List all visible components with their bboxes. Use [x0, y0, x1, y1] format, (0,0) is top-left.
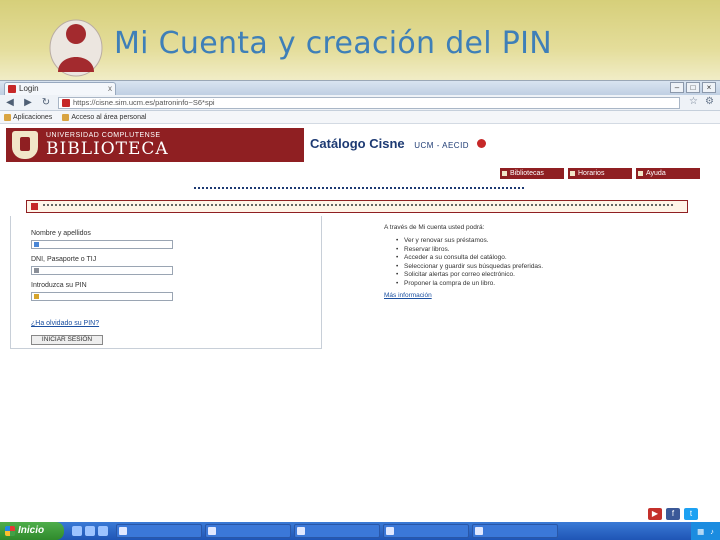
info-notice — [194, 186, 524, 193]
system-tray: ▦ ♪ — [691, 522, 720, 540]
task-button[interactable] — [472, 524, 558, 538]
catalog-subtitle: UCM - AECID — [414, 141, 470, 150]
notice-scribble — [194, 187, 524, 191]
catalog-logo-icon — [476, 139, 486, 148]
bookmark-icon — [4, 113, 11, 121]
lock-icon — [34, 294, 39, 299]
task-buttons — [116, 524, 558, 538]
close-window-icon[interactable]: × — [702, 82, 716, 93]
reload-icon[interactable]: ↻ — [40, 97, 52, 108]
dni-label: DNI, Pasaporte o TIJ — [31, 256, 97, 263]
login-form: Nombre y apellidos DNI, Pasaporte o TIJ … — [10, 216, 322, 349]
task-button[interactable] — [116, 524, 202, 538]
task-button[interactable] — [205, 524, 291, 538]
address-bar[interactable]: https://cisne.sim.ucm.es/patroninfo~S6*s… — [58, 96, 680, 109]
list-item: Acceder a su consulta del catálogo. — [396, 254, 714, 263]
tab-bar: Login x – □ × — [0, 81, 720, 95]
dni-input[interactable] — [31, 266, 173, 275]
university-crest-icon — [12, 131, 38, 159]
browser-window: Login x – □ × ◀ ▶ ↻ https://cisne.sim.uc… — [0, 80, 720, 528]
list-item: Reservar libros. — [396, 246, 714, 255]
favicon-icon — [8, 85, 16, 93]
slide-title-area: Mi Cuenta y creación del PIN — [40, 10, 720, 80]
minimize-icon[interactable]: – — [670, 82, 684, 93]
top-links: Bibliotecas Horarios Ayuda — [500, 168, 700, 179]
library-banner[interactable]: UNIVERSIDAD COMPLUTENSE BIBLIOTECA — [6, 128, 304, 162]
name-input[interactable] — [31, 240, 173, 249]
start-button[interactable]: Inicio — [0, 522, 64, 540]
facebook-icon[interactable]: f — [666, 508, 680, 520]
login-button[interactable]: INICIAR SESIÓN — [31, 335, 103, 345]
pin-input[interactable] — [31, 292, 173, 301]
tab-title: Login — [19, 84, 39, 93]
close-tab-icon[interactable]: x — [108, 83, 112, 95]
banner-library: BIBLIOTECA — [46, 138, 169, 159]
name-label: Nombre y apellidos — [31, 230, 91, 237]
star-icon[interactable]: ☆ — [689, 96, 698, 107]
list-item: Ver y renovar sus préstamos. — [396, 237, 714, 246]
quick-launch-icon[interactable] — [72, 526, 82, 536]
url-text: https://cisne.sim.ucm.es/patroninfo~S6*s… — [73, 97, 215, 107]
maximize-icon[interactable]: □ — [686, 82, 700, 93]
youtube-icon[interactable]: ▶ — [648, 508, 662, 520]
twitter-icon[interactable]: t — [684, 508, 698, 520]
bookmarks-bar: Aplicaciones Acceso al área personal — [0, 111, 720, 124]
account-info: A través de Mi cuenta usted podrá: Ver y… — [384, 224, 714, 299]
forgot-pin-link[interactable]: ¿Ha olvidado su PIN? — [31, 320, 99, 327]
os-taskbar: Inicio ▦ ♪ — [0, 522, 720, 540]
user-icon — [34, 242, 39, 247]
quick-launch-icon[interactable] — [85, 526, 95, 536]
task-button[interactable] — [383, 524, 469, 538]
link-horarios[interactable]: Horarios — [568, 168, 632, 179]
task-button[interactable] — [294, 524, 380, 538]
browser-tab-login[interactable]: Login x — [4, 82, 116, 95]
navigation-bar: ◀ ▶ ↻ https://cisne.sim.ucm.es/patroninf… — [0, 95, 720, 111]
catalog-title: Catálogo Cisne UCM - AECID — [310, 136, 486, 151]
network-icon[interactable]: ▦ — [697, 527, 704, 536]
link-ayuda[interactable]: Ayuda — [636, 168, 700, 179]
feature-list: Ver y renovar sus préstamos. Reservar li… — [396, 237, 714, 288]
back-arrow-icon[interactable]: ◀ — [4, 97, 16, 108]
bookmark-icon — [62, 113, 70, 121]
warning-scribble — [43, 204, 673, 208]
banner-university: UNIVERSIDAD COMPLUTENSE — [46, 131, 161, 139]
person-icon — [49, 19, 103, 77]
link-bibliotecas[interactable]: Bibliotecas — [500, 168, 564, 179]
bookmark-item[interactable]: Acceso al área personal — [62, 113, 146, 121]
pin-warning-notice — [26, 200, 688, 213]
wrench-icon[interactable]: ⚙ — [705, 96, 714, 107]
window-controls: – □ × — [670, 82, 716, 93]
web-page: UNIVERSIDAD COMPLUTENSE BIBLIOTECA Catál… — [0, 124, 720, 514]
quick-launch — [72, 526, 108, 536]
pin-label: Introduzca su PIN — [31, 282, 87, 289]
list-item: Seleccionar y guardir sus búsquedas pref… — [396, 263, 714, 272]
slide-title: Mi Cuenta y creación del PIN — [114, 26, 553, 61]
more-info-link[interactable]: Más información — [384, 292, 714, 299]
social-icons: ▶ f t — [648, 508, 698, 520]
site-icon — [62, 98, 70, 107]
info-intro: A través de Mi cuenta usted podrá: — [384, 224, 485, 231]
quick-launch-icon[interactable] — [98, 526, 108, 536]
bookmark-item[interactable]: Aplicaciones — [4, 113, 52, 121]
list-item: Proponer la compra de un libro. — [396, 280, 714, 289]
list-item: Solicitar alertas por correo electrónico… — [396, 271, 714, 280]
volume-icon[interactable]: ♪ — [710, 527, 714, 536]
forward-arrow-icon[interactable]: ▶ — [22, 97, 34, 108]
id-card-icon — [34, 268, 39, 273]
warning-icon — [31, 203, 38, 210]
